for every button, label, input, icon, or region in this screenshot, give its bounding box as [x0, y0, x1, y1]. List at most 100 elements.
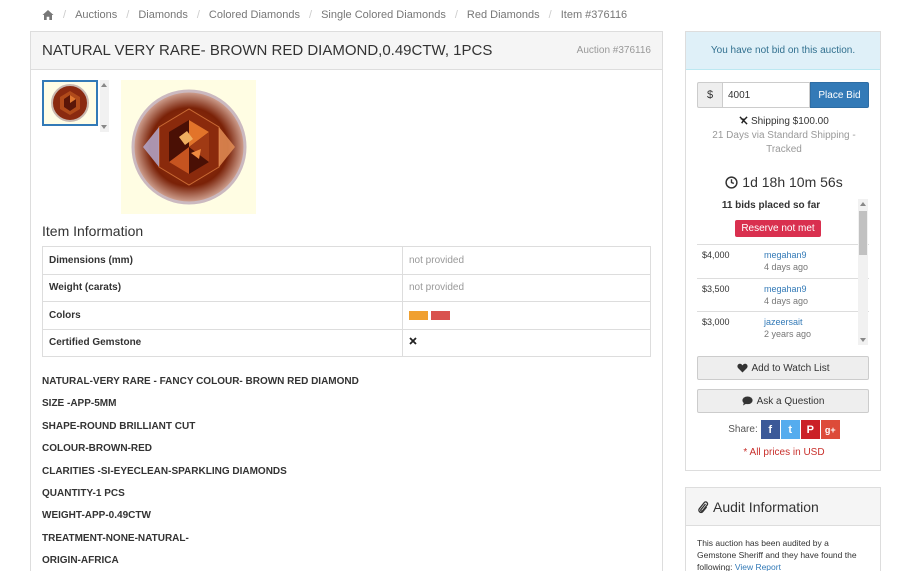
certified-value — [402, 328, 651, 357]
description-line: TREATMENT-NONE-NATURAL- — [42, 532, 189, 544]
item-description: NATURAL-VERY RARE - FANCY COLOUR- BROWN … — [42, 371, 652, 571]
description-line: NATURAL-VERY RARE - FANCY COLOUR- BROWN … — [42, 376, 359, 387]
bid-time: 2 years ago — [764, 329, 812, 339]
facebook-icon[interactable]: f — [760, 420, 780, 439]
table-row: Certified Gemstone — [42, 328, 651, 357]
bid-amount: $3,000 — [702, 317, 730, 327]
breadcrumb-colored-diamonds[interactable]: Colored Diamonds — [209, 9, 300, 21]
bid-history-list: $4,000 megahan9 4 days ago $3,500 megaha… — [697, 244, 869, 344]
bid-panel: You have not bid on this auction. $ Plac… — [685, 31, 881, 471]
listing-header: NATURAL VERY RARE- BROWN RED DIAMOND,0.4… — [31, 32, 662, 70]
description-line: SHAPE-ROUND BRILLIANT CUT — [42, 420, 196, 432]
cross-icon — [409, 337, 417, 345]
page-title: NATURAL VERY RARE- BROWN RED DIAMOND,0.4… — [42, 42, 493, 59]
prices-note: * All prices in USD — [743, 447, 825, 458]
diamond-image — [131, 89, 246, 205]
audit-body: This auction has been audited by a Gemst… — [686, 526, 880, 571]
shipping-cost-line: Shipping $100.00 — [686, 116, 882, 127]
info-label: Colors — [42, 301, 403, 330]
bid-amount: $3,500 — [702, 283, 730, 294]
scroll-down-icon[interactable] — [860, 338, 866, 342]
breadcrumb: / Auctions / Diamonds / Colored Diamonds… — [30, 0, 880, 29]
table-row: Weight (carats) not provided — [42, 273, 651, 302]
list-item: $3,000 jazeersait 2 years ago — [697, 311, 869, 344]
description-line: QUANTITY-1 PCS — [42, 487, 125, 499]
bids-count: 11 bids placed so far — [721, 200, 821, 211]
table-row: Colors — [42, 301, 651, 330]
info-label: Dimensions (mm) — [42, 246, 403, 275]
view-report-link[interactable]: View Report — [735, 562, 781, 571]
scroll-up-icon[interactable] — [101, 83, 107, 87]
breadcrumb-separator: / — [63, 8, 67, 21]
ask-question-button[interactable]: Ask a Question — [697, 389, 869, 413]
pinterest-icon[interactable]: P — [800, 420, 820, 439]
twitter-icon[interactable]: t — [780, 420, 800, 439]
audit-header: Audit Information — [686, 488, 880, 526]
add-to-watch-list-button[interactable]: Add to Watch List — [697, 356, 869, 380]
color-swatch-orange — [409, 310, 428, 320]
info-value: not provided — [402, 273, 651, 302]
scroll-up-icon[interactable] — [860, 202, 866, 206]
countdown: 1d 18h 10m 56s — [742, 174, 843, 190]
info-label: Certified Gemstone — [42, 328, 403, 357]
clock-icon — [725, 175, 738, 189]
bid-history-scrollbar[interactable] — [858, 199, 868, 345]
list-item: $4,000 megahan9 4 days ago — [697, 244, 869, 278]
comment-icon — [742, 396, 753, 406]
thumbnail-image[interactable] — [42, 80, 98, 126]
bid-amount: $4,000 — [702, 250, 730, 260]
scrollbar-thumb[interactable] — [859, 211, 867, 255]
share-label: Share: — [728, 424, 758, 435]
watch-list-label: Add to Watch List — [751, 362, 830, 374]
plane-icon — [739, 116, 748, 125]
breadcrumb-separator: / — [126, 8, 130, 21]
heart-icon — [736, 363, 748, 373]
share-bar: Share: f t P g+ — [686, 420, 882, 439]
google-plus-icon[interactable]: g+ — [820, 420, 840, 439]
breadcrumb-auctions[interactable]: Auctions — [75, 9, 117, 21]
bidder-link[interactable]: megahan9 — [764, 284, 807, 294]
bidder-link[interactable]: jazeersait — [764, 317, 803, 327]
auction-number: Auction #376116 — [576, 45, 651, 56]
listing-panel: NATURAL VERY RARE- BROWN RED DIAMOND,0.4… — [30, 31, 663, 571]
color-swatches — [402, 301, 651, 330]
time-remaining: 1d 18h 10m 56s — [686, 174, 882, 190]
reserve-status-badge: Reserve not met — [735, 220, 821, 237]
description-line: SIZE -APP-5MM — [42, 398, 117, 410]
home-icon[interactable] — [42, 9, 54, 21]
section-title: Item Information — [42, 223, 144, 239]
list-item: $3,500 megahan9 4 days ago — [697, 277, 869, 312]
description-line: ORIGIN-AFRICA — [42, 555, 119, 567]
breadcrumb-separator: / — [309, 8, 313, 21]
breadcrumb-diamonds[interactable]: Diamonds — [138, 9, 188, 21]
shipping-info: Shipping $100.00 21 Days via Standard Sh… — [686, 116, 882, 157]
breadcrumb-red-diamonds[interactable]: Red Diamonds — [467, 9, 540, 21]
shipping-method: 21 Days via Standard Shipping - Tracked — [712, 130, 856, 155]
description-line: CLARITIES -SI-EYECLEAN-SPARKLING DIAMOND… — [42, 465, 287, 477]
audit-title: Audit Information — [713, 498, 819, 515]
diamond-thumbnail — [51, 84, 89, 122]
info-value: not provided — [402, 246, 651, 275]
thumbnail-strip — [42, 80, 110, 132]
bid-status: You have not bid on this auction. — [686, 32, 880, 70]
breadcrumb-single-colored-diamonds[interactable]: Single Colored Diamonds — [321, 9, 446, 21]
scroll-down-icon[interactable] — [101, 125, 107, 129]
info-label: Weight (carats) — [42, 273, 403, 302]
main-product-image[interactable] — [121, 80, 256, 214]
breadcrumb-current: Item #376116 — [560, 8, 628, 21]
place-bid-button[interactable]: Place Bid — [810, 82, 869, 108]
item-info-table: Dimensions (mm) not provided Weight (car… — [42, 246, 651, 357]
bidder-link[interactable]: megahan9 — [764, 250, 807, 260]
breadcrumb-separator: / — [196, 8, 200, 21]
bid-time: 4 days ago — [764, 262, 809, 272]
ask-question-label: Ask a Question — [756, 395, 825, 407]
bid-amount-input[interactable] — [722, 82, 810, 108]
breadcrumb-separator: / — [548, 8, 552, 21]
thumbnail-scrollbar[interactable] — [100, 80, 109, 132]
description-line: WEIGHT-APP-0.49CTW — [42, 510, 151, 522]
table-row: Dimensions (mm) not provided — [42, 246, 651, 275]
color-swatch-red — [431, 310, 450, 320]
audit-panel: Audit Information This auction has been … — [685, 487, 881, 571]
breadcrumb-separator: / — [454, 8, 458, 21]
bid-input-group: $ Place Bid — [697, 82, 869, 108]
